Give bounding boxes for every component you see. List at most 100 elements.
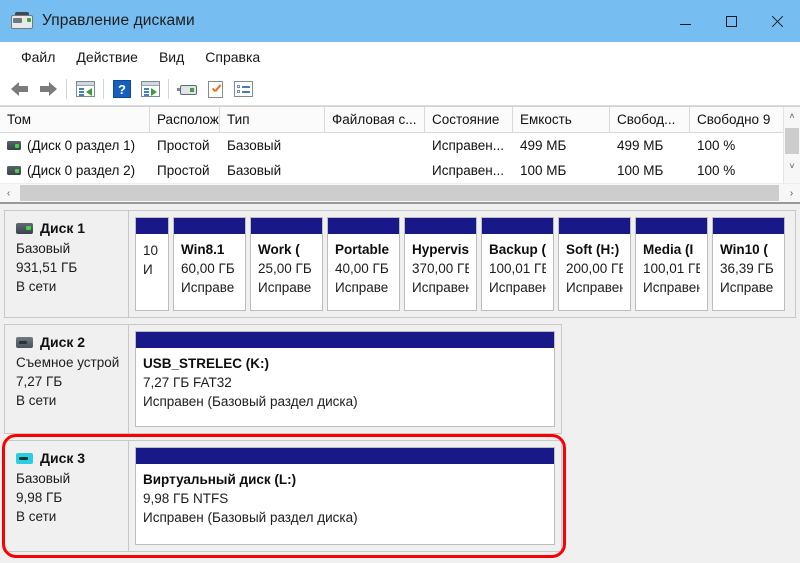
partition-2-size: 25,00 ГБ [258,261,312,276]
maximize-button[interactable] [708,0,754,42]
partition-virtual-disk-body: Виртуальный диск (L:) 9,98 ГБ NTFS Испра… [136,465,554,544]
table-row[interactable]: (Диск 0 раздел 2) Простой Базовый Исправ… [0,158,784,183]
partition-1-bar [174,218,245,235]
partition-virtual-disk-status: Исправен (Базовый раздел диска) [143,510,358,525]
partition-4[interactable]: Hypervisor 370,00 ГБ N Исправен [404,217,477,311]
forward-button[interactable] [34,76,62,102]
scroll-left-button[interactable]: ‹ [0,184,17,202]
menu-file[interactable]: Файл [12,45,64,69]
vertical-scrollbar[interactable]: ˄ ˅ [783,107,800,184]
minimize-button[interactable] [662,0,708,42]
graphical-disk-pane: Диск 1 Базовый 931,51 ГБ В сети 10 И Win… [0,202,800,563]
disk-2-capacity: 7,27 ГБ [16,374,63,389]
refresh-page-button[interactable] [201,76,229,102]
disk-properties-button[interactable] [173,76,201,102]
disk-3-type: Базовый [16,471,71,486]
partition-3-body: Portable 40,00 ГБ Исправе [328,235,399,310]
cell-volume: (Диск 0 раздел 2) [0,163,150,178]
disk-2-type: Съемное устрой [16,355,120,370]
back-arrow-icon [11,82,29,96]
cell-status: Исправен... [432,138,505,153]
close-button[interactable] [754,0,800,42]
partition-1[interactable]: Win8.1 60,00 ГБ Исправе [173,217,246,311]
disk-2-partitions: USB_STRELEC (K:) 7,27 ГБ FAT32 Исправен … [129,325,561,433]
scroll-down-button[interactable]: ˅ [784,157,800,174]
disk-info-disk-1[interactable]: Диск 1 Базовый 931,51 ГБ В сети [5,211,129,317]
cell-free: 499 МБ [617,138,664,153]
partition-virtual-disk-name: Виртуальный диск (L:) [143,472,297,487]
column-header-type[interactable]: Тип [220,107,325,132]
partition-6-body: Soft (H:) 200,00 ГБ Исправен [559,235,630,310]
partition-1-status: Исправе [181,280,235,295]
title-bar: Управление дисками [0,0,800,42]
partition-5-bar [482,218,553,235]
partition-virtual-disk-bar [136,448,554,465]
partition-2[interactable]: Work ( 25,00 ГБ Исправе [250,217,323,311]
volume-list-header: Том Располож... Тип Файловая с... Состоя… [0,107,784,133]
partition-4-size: 370,00 ГБ N [412,261,469,276]
partition-3[interactable]: Portable 40,00 ГБ Исправе [327,217,400,311]
scroll-up-button[interactable]: ˄ [784,107,800,124]
menu-view[interactable]: Вид [150,45,193,69]
cell-layout: Простой [157,138,210,153]
partition-usb-strelec-size: 7,27 ГБ FAT32 [143,375,232,390]
partition-virtual-disk[interactable]: Виртуальный диск (L:) 9,98 ГБ NTFS Испра… [135,447,555,545]
partition-0-body: 10 И [136,235,168,310]
disk-info-disk-3[interactable]: Диск 3 Базовый 9,98 ГБ В сети [5,441,129,551]
horizontal-scrollbar[interactable]: ‹ › [0,183,800,202]
disk-row-disk-2[interactable]: Диск 2 Съемное устрой 7,27 ГБ В сети USB… [4,324,562,434]
partition-6[interactable]: Soft (H:) 200,00 ГБ Исправен [558,217,631,311]
partition-8[interactable]: Win10 ( 36,39 ГБ Исправе [712,217,785,311]
disk-1-header: Диск 1 [16,220,128,236]
partition-7-size: 100,01 ГБ [643,261,700,276]
close-icon [771,15,784,28]
partition-7[interactable]: Media (I 100,01 ГБ Исправен [635,217,708,311]
menu-help[interactable]: Справка [196,45,269,69]
column-header-free-percent[interactable]: Свободно 9 [690,107,784,132]
vertical-scrollbar-thumb[interactable] [785,128,799,154]
menu-action[interactable]: Действие [67,45,147,69]
disk-1-capacity: 931,51 ГБ [16,260,78,275]
disk-1-partitions: 10 И Win8.1 60,00 ГБ Исправе Work (25,0… [129,211,795,317]
horizontal-scrollbar-track[interactable] [17,184,783,202]
column-header-free[interactable]: Свобод... [610,107,690,132]
partition-4-name: Hypervisor [412,242,469,257]
partition-8-body: Win10 ( 36,39 ГБ Исправе [713,235,784,310]
show-console-tree-button[interactable] [71,76,99,102]
partition-3-status: Исправе [335,280,389,295]
scroll-right-button[interactable]: › [783,184,800,202]
partition-5-name: Backup ( [489,242,546,257]
back-button[interactable] [6,76,34,102]
list-view-button[interactable] [229,76,257,102]
column-header-capacity[interactable]: Емкость [513,107,610,132]
volume-list-pane: Том Располож... Тип Файловая с... Состоя… [0,106,800,202]
show-action-pane-button[interactable] [136,76,164,102]
partition-6-bar [559,218,630,235]
disk-row-disk-1[interactable]: Диск 1 Базовый 931,51 ГБ В сети 10 И Win… [4,210,796,318]
column-header-status[interactable]: Состояние [425,107,513,132]
removable-disk-icon [16,336,33,348]
cell-volume-label: (Диск 0 раздел 1) [27,138,136,153]
toolbar: ? [0,73,800,106]
partition-7-name: Media (I [643,242,694,257]
help-button[interactable]: ? [108,76,136,102]
table-row[interactable]: (Диск 0 раздел 1) Простой Базовый Исправ… [0,133,784,158]
help-icon: ? [113,80,131,98]
partition-5[interactable]: Backup ( 100,01 ГБ Исправен [481,217,554,311]
partition-2-status: Исправе [258,280,312,295]
cell-type: Базовый [227,138,282,153]
column-header-volume[interactable]: Том [0,107,150,132]
cell-free-percent: 100 % [697,138,736,153]
partition-usb-strelec[interactable]: USB_STRELEC (K:) 7,27 ГБ FAT32 Исправен … [135,331,555,427]
disk-info-disk-2[interactable]: Диск 2 Съемное устрой 7,27 ГБ В сети [5,325,129,433]
partition-4-bar [405,218,476,235]
volume-icon [7,141,21,150]
column-header-filesystem[interactable]: Файловая с... [325,107,425,132]
disk-1-title: Диск 1 [40,220,86,236]
partition-0[interactable]: 10 И [135,217,169,311]
cell-capacity: 499 МБ [520,138,567,153]
horizontal-scrollbar-thumb[interactable] [20,185,779,201]
column-header-layout[interactable]: Располож... [150,107,220,132]
partition-8-bar [713,218,784,235]
disk-row-disk-3[interactable]: Диск 3 Базовый 9,98 ГБ В сети Виртуальны… [4,440,562,552]
